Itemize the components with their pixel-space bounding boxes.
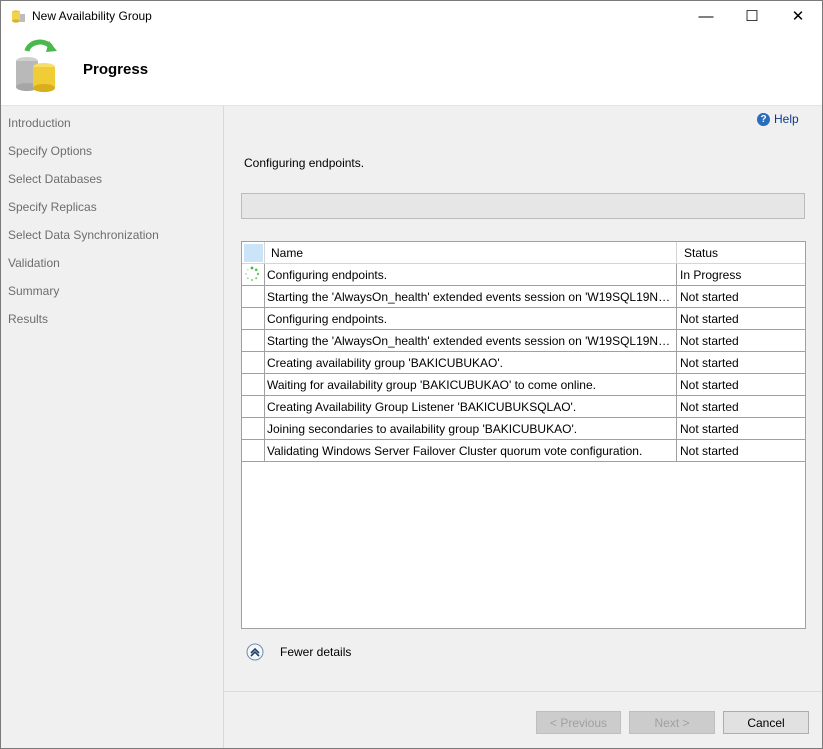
row-status: Not started: [680, 378, 739, 392]
page-title: Progress: [83, 61, 149, 78]
sidebar-item-specify-replicas[interactable]: Specify Replicas: [8, 200, 97, 214]
row-divider: [264, 330, 265, 351]
spinner-icon: [245, 266, 260, 282]
status-message: Configuring endpoints.: [244, 156, 365, 170]
collapse-details-icon[interactable]: [246, 643, 264, 661]
row-status: In Progress: [680, 268, 742, 282]
sidebar-item-results[interactable]: Results: [8, 312, 48, 326]
table-row[interactable]: Creating Availability Group Listener 'BA…: [242, 396, 805, 418]
row-status: Not started: [680, 444, 739, 458]
row-divider: [264, 308, 265, 329]
row-divider: [676, 396, 677, 417]
app-icon: [12, 10, 25, 23]
row-divider: [676, 374, 677, 395]
column-divider[interactable]: [676, 242, 677, 263]
table-row[interactable]: Creating availability group 'BAKICUBUKAO…: [242, 352, 805, 374]
row-divider: [676, 418, 677, 439]
row-divider: [676, 264, 677, 285]
sidebar-item-validation[interactable]: Validation: [8, 256, 60, 270]
window-title: New Availability Group: [32, 9, 152, 23]
row-status: Not started: [680, 400, 739, 414]
help-icon: ?: [757, 112, 770, 126]
minimize-icon: —: [698, 7, 714, 25]
page-header: Progress: [1, 31, 822, 106]
row-divider: [264, 352, 265, 373]
row-name: Starting the 'AlwaysOn_health' extended …: [267, 290, 673, 304]
table-row[interactable]: Configuring endpoints. In Progress: [242, 264, 805, 286]
sidebar-item-select-data-synchronization[interactable]: Select Data Synchronization: [8, 228, 159, 242]
row-name: Starting the 'AlwaysOn_health' extended …: [267, 334, 673, 348]
help-link[interactable]: ? Help: [757, 112, 799, 126]
row-divider: [264, 286, 265, 307]
next-button[interactable]: Next >: [629, 711, 715, 734]
previous-button[interactable]: < Previous: [536, 711, 621, 734]
grid-header: Name Status: [242, 242, 805, 264]
fewer-details-link[interactable]: Fewer details: [280, 645, 351, 659]
sidebar-item-specify-options[interactable]: Specify Options: [8, 144, 92, 158]
row-name: Creating Availability Group Listener 'BA…: [267, 400, 577, 414]
row-name: Waiting for availability group 'BAKICUBU…: [267, 378, 596, 392]
column-header-status[interactable]: Status: [684, 246, 718, 260]
sidebar-item-select-databases[interactable]: Select Databases: [8, 172, 102, 186]
row-status: Not started: [680, 312, 739, 326]
row-name: Configuring endpoints.: [267, 268, 388, 282]
close-button[interactable]: ✕: [775, 1, 821, 31]
row-divider: [676, 352, 677, 373]
table-row[interactable]: Starting the 'AlwaysOn_health' extended …: [242, 330, 805, 352]
wizard-window: New Availability Group — ☐ ✕ Progress In…: [0, 0, 823, 749]
row-name: Joining secondaries to availability grou…: [267, 422, 578, 436]
minimize-button[interactable]: —: [683, 1, 729, 31]
help-label: Help: [774, 112, 799, 126]
close-icon: ✕: [791, 8, 805, 25]
database-cylinders-icon: [16, 39, 57, 92]
table-row[interactable]: Starting the 'AlwaysOn_health' extended …: [242, 286, 805, 308]
row-divider: [676, 330, 677, 351]
row-name: Creating availability group 'BAKICUBUKAO…: [267, 356, 504, 370]
progress-bar: [241, 193, 805, 219]
sidebar-item-summary[interactable]: Summary: [8, 284, 59, 298]
table-row[interactable]: Validating Windows Server Failover Clust…: [242, 440, 805, 462]
row-status: Not started: [680, 290, 739, 304]
table-row[interactable]: Joining secondaries to availability grou…: [242, 418, 805, 440]
row-divider: [264, 374, 265, 395]
row-status: Not started: [680, 356, 739, 370]
row-divider: [264, 264, 265, 285]
row-divider: [676, 440, 677, 461]
main-panel: ? Help Configuring endpoints. Name Statu…: [224, 106, 822, 748]
progress-grid: Name Status Configuring endpoints. In Pr…: [241, 241, 806, 629]
row-divider: [264, 440, 265, 461]
column-header-name[interactable]: Name: [271, 246, 303, 260]
row-divider: [676, 308, 677, 329]
row-status: Not started: [680, 422, 739, 436]
row-divider: [676, 286, 677, 307]
wizard-sidebar: Introduction Specify Options Select Data…: [1, 106, 224, 748]
row-name: Configuring endpoints.: [267, 312, 388, 326]
cancel-button[interactable]: Cancel: [723, 711, 809, 734]
row-divider: [264, 396, 265, 417]
row-status: Not started: [680, 334, 739, 348]
table-row[interactable]: Waiting for availability group 'BAKICUBU…: [242, 374, 805, 396]
grid-corner-cell: [244, 244, 263, 262]
table-row[interactable]: Configuring endpoints. Not started: [242, 308, 805, 330]
row-name: Validating Windows Server Failover Clust…: [267, 444, 643, 458]
footer-divider: [224, 691, 822, 692]
row-divider: [264, 418, 265, 439]
column-divider: [264, 242, 265, 263]
sidebar-item-introduction[interactable]: Introduction: [8, 116, 71, 130]
title-bar: New Availability Group — ☐ ✕: [1, 1, 822, 31]
maximize-button[interactable]: ☐: [729, 1, 775, 31]
maximize-icon: ☐: [745, 8, 759, 25]
